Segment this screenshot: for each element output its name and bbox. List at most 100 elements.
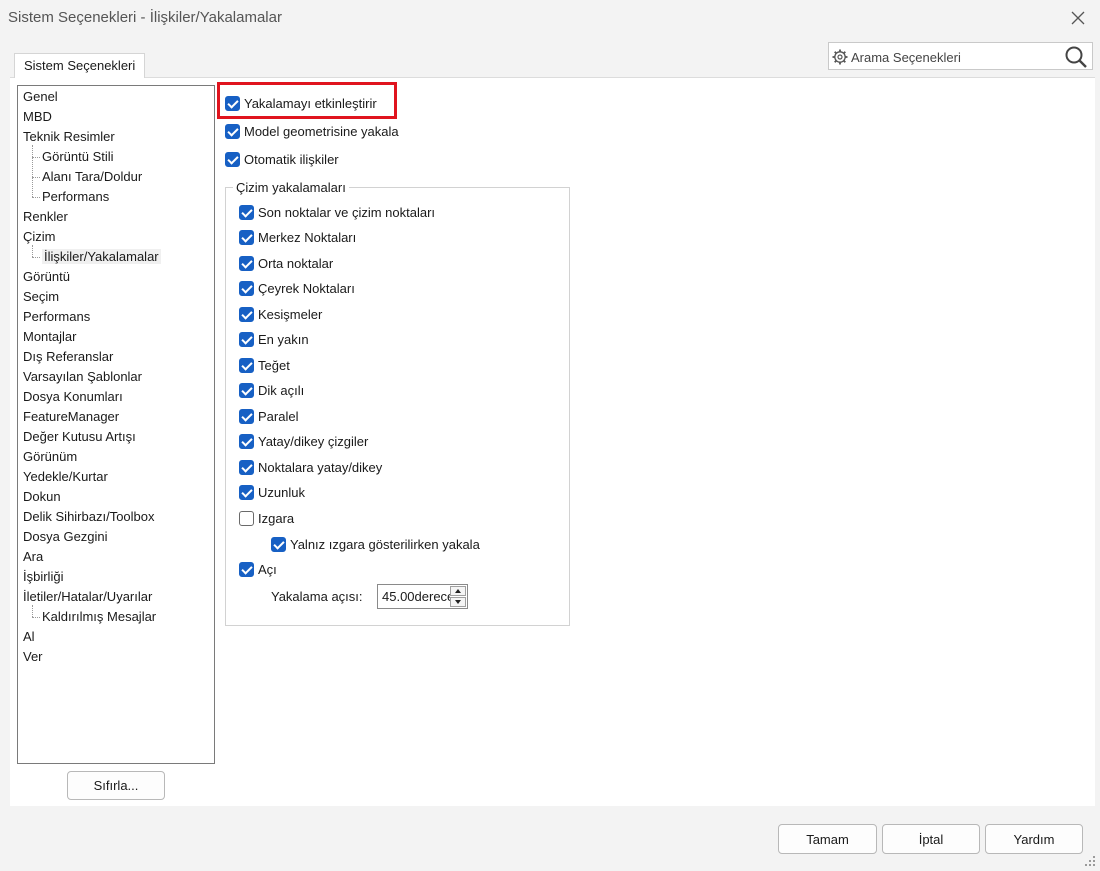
close-button[interactable] [1064, 4, 1092, 32]
tree-item-performans[interactable]: Performans [42, 187, 109, 207]
search-options-box[interactable]: Arama Seçenekleri [828, 42, 1093, 70]
checkbox-label: Orta noktalar [258, 256, 334, 271]
tree-connector [32, 157, 40, 158]
checkbox-checked-icon[interactable] [239, 409, 254, 424]
checkbox-checked-icon[interactable] [239, 485, 254, 500]
resize-grip-icon[interactable] [1084, 855, 1096, 867]
tree-item-featuremanager[interactable]: FeatureManager [23, 407, 119, 427]
tree-item-genel[interactable]: Genel [23, 87, 58, 107]
tree-item-delik-sihirbazi-toolbox[interactable]: Delik Sihirbazı/Toolbox [23, 507, 155, 527]
tree-item-dokun[interactable]: Dokun [23, 487, 61, 507]
tree-item-label: Çizim [23, 229, 56, 244]
gear-icon [832, 49, 848, 65]
tree-connector [32, 257, 40, 258]
tree-item-kaldirilmis-mesajlar[interactable]: Kaldırılmış Mesajlar [42, 607, 156, 627]
tree-item-yedekle-kurtar[interactable]: Yedekle/Kurtar [23, 467, 108, 487]
checkbox-label: Model geometrisine yakala [244, 124, 399, 139]
tree-item-performans[interactable]: Performans [23, 307, 90, 327]
options-tree[interactable]: Genel MBD Teknik Resimler Görüntü Stili Alan… [17, 85, 215, 764]
checkbox-label: Merkez Noktaları [258, 230, 357, 245]
triangle-down-icon [455, 600, 461, 604]
checkbox-checked-icon[interactable] [239, 230, 254, 245]
checkbox-checked-icon[interactable] [239, 281, 254, 296]
tree-item-label: Görüntü [23, 269, 70, 284]
checkbox-checked-icon[interactable] [239, 307, 254, 322]
tree-item-al[interactable]: Al [23, 627, 35, 647]
highlight-frame [217, 82, 397, 119]
tree-item-renkler[interactable]: Renkler [23, 207, 68, 227]
search-button[interactable] [1064, 45, 1088, 72]
tree-item-ver[interactable]: Ver [23, 647, 43, 667]
tree-item-label: Delik Sihirbazı/Toolbox [23, 509, 155, 524]
checkbox-checked-icon[interactable] [239, 562, 254, 577]
checkbox-label: Yatay/dikey çizgiler [258, 434, 369, 449]
tree-item-secim[interactable]: Seçim [23, 287, 59, 307]
tree-item-goruntu[interactable]: Görüntü [23, 267, 70, 287]
ok-button[interactable]: Tamam [778, 824, 877, 854]
search-icon [1065, 46, 1087, 68]
tree-item-label: FeatureManager [23, 409, 120, 424]
tree-item-goruntu-stili[interactable]: Görüntü Stili [42, 147, 114, 167]
window-title: Sistem Seçenekleri - İlişkiler/Yakalamal… [8, 9, 282, 26]
tree-item-label: Kaldırılmış Mesajlar [42, 609, 157, 624]
tree-item-label: İlişkiler/Yakalamalar [42, 249, 161, 264]
snap-angle-input[interactable]: 45.00derece [382, 589, 450, 605]
tree-connector [32, 605, 33, 617]
tree-connector [32, 197, 40, 198]
tree-item-dosya-konumlari[interactable]: Dosya Konumları [23, 387, 123, 407]
tree-item-label: Değer Kutusu Artışı [23, 429, 136, 444]
tree-item-deger-kutusu-artisi[interactable]: Değer Kutusu Artışı [23, 427, 136, 447]
checkbox-checked-icon[interactable] [239, 434, 254, 449]
tree-item-varsayilan-sablonlar[interactable]: Varsayılan Şablonlar [23, 367, 142, 387]
tree-item-dis-referanslar[interactable]: Dış Referanslar [23, 347, 113, 367]
tree-item-label: İşbirliği [23, 569, 64, 584]
tree-item-iletiler-hatalar-uyarilar[interactable]: İletiler/Hatalar/Uyarılar [23, 587, 152, 607]
tab-system-options[interactable]: Sistem Seçenekleri [14, 53, 146, 78]
tree-item-cizim[interactable]: Çizim [23, 227, 56, 247]
tree-connector [32, 245, 33, 257]
tree-item-mbd[interactable]: MBD [23, 107, 52, 127]
tree-item-label: Performans [23, 309, 91, 324]
tree-item-label: Genel [23, 89, 58, 104]
tree-item-ara[interactable]: Ara [23, 547, 43, 567]
checkbox-unchecked-icon[interactable] [239, 511, 254, 526]
tree-item-alani-tara-doldur[interactable]: Alanı Tara/Doldur [42, 167, 142, 187]
checkbox-label: Teğet [258, 358, 290, 373]
checkbox-checked-icon[interactable] [239, 205, 254, 220]
tree-item-label: Dosya Konumları [23, 389, 123, 404]
cancel-button[interactable]: İptal [882, 824, 980, 854]
tree-item-iliskiler-yakalamalar[interactable]: İlişkiler/Yakalamalar [42, 247, 161, 267]
spin-down-button[interactable] [450, 597, 466, 607]
tree-connector [32, 177, 40, 178]
checkbox-label: Otomatik ilişkiler [244, 152, 339, 167]
checkbox-label: Dik açılı [258, 383, 305, 398]
checkbox-label: Uzunluk [258, 485, 305, 500]
checkbox-checked-icon[interactable] [239, 383, 254, 398]
snap-angle-spinbox[interactable]: 45.00derece [377, 584, 468, 609]
tree-item-label: Dokun [23, 489, 61, 504]
tree-item-montajlar[interactable]: Montajlar [23, 327, 76, 347]
checkbox-checked-icon[interactable] [239, 256, 254, 271]
triangle-up-icon [455, 589, 461, 593]
checkbox-checked-icon[interactable] [239, 332, 254, 347]
checkbox-checked-icon[interactable] [271, 537, 286, 552]
title-bar: Sistem Seçenekleri - İlişkiler/Yakalamal… [0, 0, 1100, 36]
tree-item-teknik-resimler[interactable]: Teknik Resimler [23, 127, 115, 147]
tree-item-label: Varsayılan Şablonlar [23, 369, 142, 384]
tree-item-label: Montajlar [23, 329, 77, 344]
checkbox-checked-icon[interactable] [239, 358, 254, 373]
tree-item-label: MBD [23, 109, 52, 124]
help-button[interactable]: Yardım [985, 824, 1083, 854]
spin-up-button[interactable] [450, 586, 466, 596]
tree-item-dosya-gezgini[interactable]: Dosya Gezgini [23, 527, 108, 547]
reset-button[interactable]: Sıfırla... [67, 771, 165, 800]
tree-item-gorunum[interactable]: Görünüm [23, 447, 77, 467]
tree-item-label: Seçim [23, 289, 60, 304]
tree-item-label: Ver [23, 649, 43, 664]
checkbox-checked-icon[interactable] [225, 152, 240, 167]
tree-item-label: Dosya Gezgini [23, 529, 108, 544]
tree-item-isbirligi[interactable]: İşbirliği [23, 567, 63, 587]
checkbox-checked-icon[interactable] [239, 460, 254, 475]
group-title: Çizim yakalamaları [233, 180, 349, 196]
checkbox-checked-icon[interactable] [225, 124, 240, 139]
